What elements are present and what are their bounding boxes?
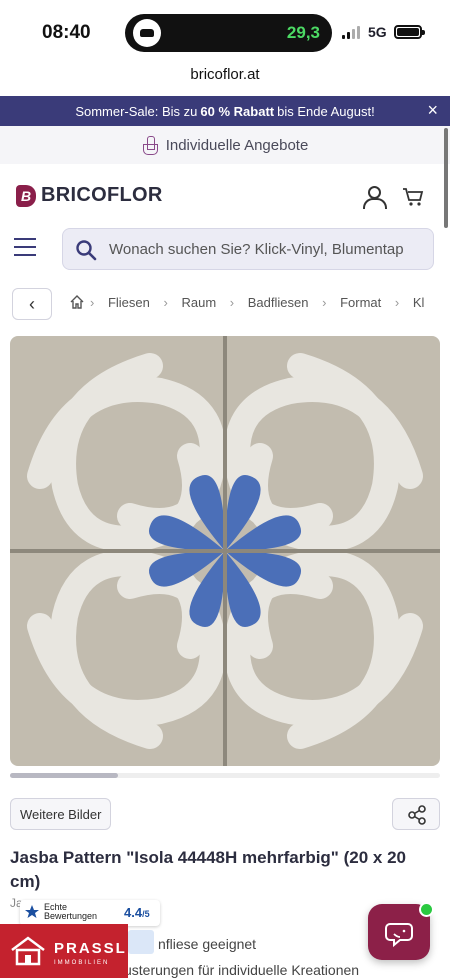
user-icon[interactable] — [362, 186, 387, 209]
battery-icon — [394, 25, 425, 39]
breadcrumb-item-raum[interactable]: Raum — [181, 295, 216, 310]
back-button[interactable]: ‹ — [12, 288, 52, 320]
rating-score: 4.4/5 — [124, 905, 150, 920]
star-icon — [128, 930, 154, 954]
breadcrumb-separator: › — [90, 295, 95, 310]
online-indicator — [419, 902, 434, 917]
close-icon[interactable]: × — [427, 100, 438, 120]
trust-star-icon — [24, 904, 40, 920]
status-bar: 08:40 29,3 5G — [0, 0, 450, 62]
promo-banner: Sommer-Sale: Bis zu 60 % Rabatt bis Ende… — [0, 96, 450, 126]
activity-value: 29,3 — [286, 23, 320, 42]
gallery-scroll-thumb[interactable] — [10, 773, 118, 778]
promo-highlight: 60 % Rabatt — [200, 103, 275, 119]
breadcrumb-item-fliesen[interactable]: Fliesen — [108, 295, 150, 310]
rating-score-value: 4.4 — [124, 905, 143, 920]
breadcrumb-separator: › — [229, 295, 235, 310]
individual-offers-link[interactable]: Individuelle Angebote — [0, 126, 450, 164]
rating-badge[interactable]: Echte Bewertungen 4.4/5 — [20, 900, 160, 926]
feature-line-2: usterungen für individuelle Kreationen — [124, 962, 360, 978]
menu-icon[interactable] — [14, 238, 36, 256]
breadcrumb-separator: › — [394, 295, 400, 310]
breadcrumb: ‹ › Fliesen › Raum › Badfliesen › Format… — [0, 288, 450, 320]
home-icon[interactable] — [70, 295, 84, 309]
product-title: Jasba Pattern "Isola 44448H mehrfarbig" … — [10, 848, 406, 891]
hand-icon — [142, 136, 158, 155]
search-bar[interactable] — [62, 228, 434, 270]
prassl-sub: IMMOBILIEN — [54, 960, 110, 966]
dynamic-island: 29,3 — [125, 14, 332, 52]
breadcrumb-item-truncated[interactable]: Kl — [413, 295, 425, 310]
breadcrumb-item-badfliesen[interactable]: Badfliesen — [248, 295, 309, 310]
breadcrumb-item-format[interactable]: Format — [340, 295, 381, 310]
search-icon — [75, 239, 97, 261]
offers-label: Individuelle Angebote — [165, 136, 309, 154]
logo-mark: B — [16, 184, 36, 207]
share-button[interactable] — [392, 798, 440, 830]
logo-text: BRICOFLOR — [41, 184, 163, 206]
rating-score-scale: /5 — [142, 909, 150, 919]
rating-badge-label: Echte Bewertungen — [44, 903, 97, 921]
share-icon — [408, 805, 426, 825]
more-images-button[interactable]: Weitere Bilder — [10, 798, 112, 830]
network-label: 5G — [368, 24, 387, 40]
car-icon — [133, 19, 161, 47]
search-input[interactable] — [109, 229, 429, 269]
signal-icon — [342, 25, 360, 39]
house-icon — [10, 936, 46, 966]
prassl-ad[interactable]: PRASSL IMMOBILIEN — [0, 924, 128, 978]
breadcrumb-items: › Fliesen › Raum › Badfliesen › Format ›… — [90, 295, 434, 310]
browser-url[interactable]: bricoflor.at — [0, 66, 450, 83]
breadcrumb-separator: › — [322, 295, 327, 310]
product-image[interactable] — [10, 336, 440, 766]
promo-text-after: bis Ende August! — [277, 103, 375, 119]
rating-label-line2: Bewertungen — [44, 911, 98, 921]
chat-button[interactable] — [368, 902, 434, 960]
cart-icon[interactable] — [402, 186, 424, 208]
status-time: 08:40 — [42, 22, 91, 43]
prassl-name: PRASSL — [54, 940, 127, 957]
breadcrumb-separator: › — [163, 295, 168, 310]
logo[interactable]: B BRICOFLOR — [16, 184, 163, 207]
promo-text-before: Sommer-Sale: Bis zu — [75, 103, 198, 119]
site-header: B BRICOFLOR — [0, 170, 450, 226]
page-scrollbar[interactable] — [444, 128, 448, 228]
feature-line-1: nfliese geeignet — [158, 936, 257, 952]
